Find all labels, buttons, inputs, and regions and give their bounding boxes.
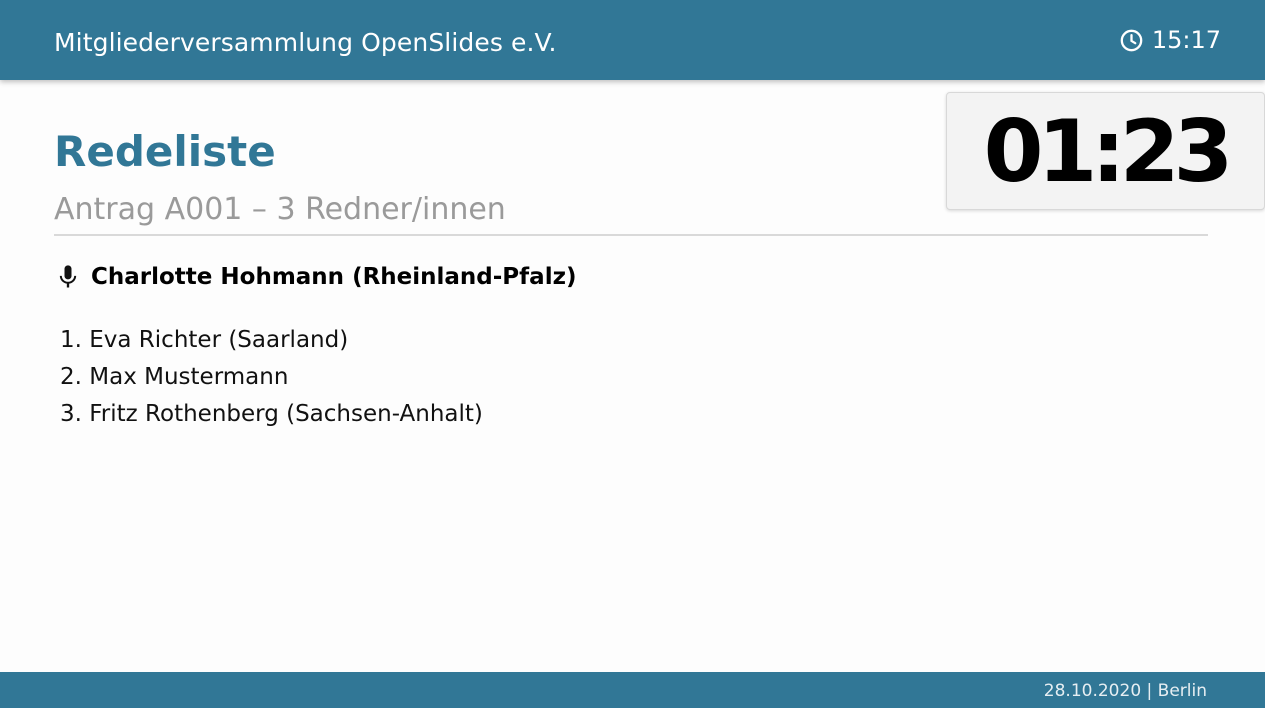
list-item: 1. Eva Richter (Saarland) xyxy=(60,327,349,353)
list-item: 2. Max Mustermann xyxy=(60,364,289,390)
microphone-icon xyxy=(54,263,82,291)
event-title: Mitgliederversammlung OpenSlides e.V. xyxy=(54,28,557,57)
projector-footer: 28.10.2020 | Berlin xyxy=(0,672,1265,708)
title-divider xyxy=(54,234,1208,236)
current-speaker-name: Charlotte Hohmann (Rheinland-Pfalz) xyxy=(91,264,577,290)
page-subtitle: Antrag A001 – 3 Redner/innen xyxy=(54,192,506,227)
clock: 15:17 xyxy=(1119,25,1221,55)
countdown-time: 01:23 xyxy=(983,102,1234,202)
countdown-box: 01:23 xyxy=(946,92,1265,210)
waiting-speakers-list: 1. Eva Richter (Saarland) 2. Max Musterm… xyxy=(60,322,483,433)
clock-icon xyxy=(1119,28,1144,53)
footer-date-location: 28.10.2020 | Berlin xyxy=(1043,681,1207,701)
projector-header: Mitgliederversammlung OpenSlides e.V. 15… xyxy=(0,0,1265,80)
clock-time: 15:17 xyxy=(1151,26,1221,54)
projector-slide: Mitgliederversammlung OpenSlides e.V. 15… xyxy=(0,0,1265,708)
page-title: Redeliste xyxy=(54,127,276,176)
list-item: 3. Fritz Rothenberg (Sachsen-Anhalt) xyxy=(60,401,483,427)
current-speaker: Charlotte Hohmann (Rheinland-Pfalz) xyxy=(54,260,576,294)
slide-content: 01:23 Redeliste Antrag A001 – 3 Redner/i… xyxy=(0,80,1265,672)
